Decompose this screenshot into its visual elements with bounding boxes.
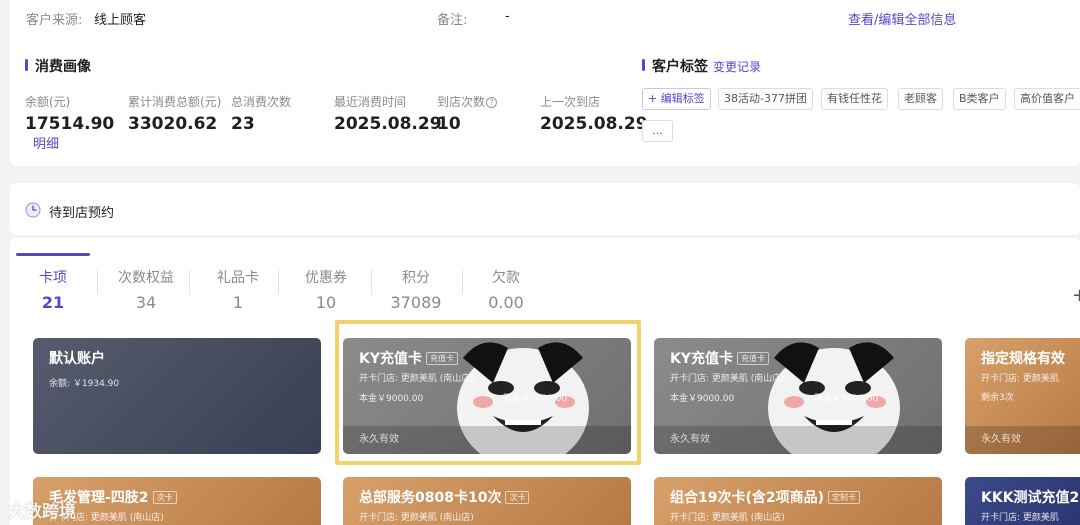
tab-divider — [278, 270, 279, 294]
card-name: KY充值卡 充值卡 — [359, 348, 458, 368]
card-validity: 永久有效 — [343, 426, 631, 454]
consumption-title: 消费画像 — [25, 56, 91, 76]
stat-label: 到店次数? — [437, 93, 498, 110]
tag-history-link[interactable]: 变更记录 — [713, 58, 761, 75]
view-all-info-link[interactable]: 查看/编辑全部信息 — [848, 9, 956, 28]
tag-chip: 有钱任性花 — [821, 88, 888, 110]
stat-label: 最近消费时间 — [334, 95, 407, 109]
stat-label: 上一次到店 — [540, 95, 601, 109]
card-type-badge: 充值卡 — [426, 352, 458, 365]
card-store: 开卡门店: 更颜美肌 (南山店) — [359, 513, 474, 523]
tab-label: 欠款 — [492, 270, 520, 286]
card-store: 开卡门店: 更颜美肌 (南山店) — [359, 374, 474, 384]
tag-chip: 高价值客户 — [1014, 88, 1080, 110]
card-kkk-test[interactable]: KKK测试充值2 开卡门店: 更颜美肌 — [965, 477, 1080, 525]
card-store: 开卡门店: 更颜美肌 (南山店) — [670, 374, 785, 384]
tab-coupons[interactable]: 优惠券 10 — [288, 267, 364, 312]
card-name: 指定规格有效 — [981, 351, 1065, 367]
stat-label: 累计消费总额(元) — [128, 95, 222, 109]
card-validity: 永久有效 — [654, 426, 942, 454]
total-spend-value: 33020.62 — [128, 114, 218, 134]
card-balance: 余额: ￥1934.90 — [49, 379, 120, 389]
visit-count-value: 10 — [437, 114, 461, 134]
watermark: 大数跨境 — [8, 502, 76, 522]
note-value: - — [505, 9, 510, 24]
card-ky-recharge[interactable]: KY充值卡 充值卡 开卡门店: 更颜美肌 (南山店) 本金￥9000.00 赠金￥… — [343, 338, 631, 454]
add-button[interactable]: + — [1072, 285, 1080, 306]
card-type-badge: 次卡 — [505, 491, 530, 504]
card-store: 开卡门店: 更颜美肌 — [981, 513, 1059, 523]
tab-label: 积分 — [402, 270, 430, 286]
tab-label: 次数权益 — [118, 270, 174, 286]
tab-cards[interactable]: 卡项 21 — [15, 267, 91, 312]
tab-gift-cards[interactable]: 礼品卡 1 — [200, 267, 276, 312]
help-icon[interactable]: ? — [486, 97, 498, 108]
tab-divider — [97, 270, 98, 294]
edit-tags-button[interactable]: + 编辑标签 — [642, 88, 711, 110]
card-store: 开卡门店: 更颜美肌 (南山店) — [670, 513, 785, 523]
visit-count-label: 到店次数 — [437, 95, 486, 109]
card-name: 总部服务0808卡10次 次卡 — [359, 487, 530, 507]
active-tab-indicator — [16, 253, 90, 256]
source-value: 线上顾客 — [94, 13, 147, 28]
tab-label: 优惠券 — [305, 270, 347, 286]
tab-count: 1 — [232, 293, 244, 312]
card-type-badge: 次卡 — [152, 491, 177, 504]
card-default-account[interactable]: 默认账户 余额: ￥1934.90 — [33, 338, 321, 454]
tags-title: 客户标签 — [642, 56, 708, 76]
card-store: 开卡门店: 更颜美肌 — [981, 374, 1059, 384]
tab-label: 卡项 — [39, 270, 67, 286]
card-name: KKK测试充值2 — [981, 490, 1080, 506]
note-label: 备注: — [437, 13, 468, 28]
card-remaining: 剩余3次 — [981, 393, 1014, 403]
card-specified-spec[interactable]: 指定规格有效 开卡门店: 更颜美肌 剩余3次 永久有效 — [965, 338, 1080, 454]
card-type-badge: 充值卡 — [737, 352, 769, 365]
card-title: 组合19次卡(含2项商品) — [670, 490, 825, 506]
card-hair-management[interactable]: 毛发管理-四肢2 次卡 开卡门店: 更颜美肌 (南山店) — [33, 477, 321, 525]
tab-points[interactable]: 积分 37089 — [378, 267, 454, 312]
appointment-title[interactable]: 待到店预约 — [49, 202, 114, 221]
tab-times-benefits[interactable]: 次数权益 34 — [108, 267, 184, 312]
appointment-panel — [10, 183, 1080, 235]
more-tags-button[interactable]: ... — [642, 120, 673, 142]
tab-count: 0.00 — [488, 293, 524, 312]
tag-chip: B类客户 — [953, 88, 1006, 110]
card-ky-recharge[interactable]: KY充值卡 充值卡 开卡门店: 更颜美肌 (南山店) 本金￥9000.00 赠金￥… — [654, 338, 942, 454]
card-hq-service[interactable]: 总部服务0808卡10次 次卡 开卡门店: 更颜美肌 (南山店) — [343, 477, 631, 525]
tag-chip: 老顾客 — [898, 88, 943, 110]
last-spend-value: 2025.08.29 — [334, 114, 442, 134]
card-name: KY充值卡 充值卡 — [670, 348, 769, 368]
stat-label: 总消费次数 — [231, 95, 292, 109]
card-title: KY充值卡 — [359, 351, 422, 367]
card-gift: 赠金￥5000.00 — [814, 394, 879, 404]
tab-divider — [189, 270, 190, 294]
card-validity: 永久有效 — [965, 426, 1080, 454]
spend-count-value: 23 — [231, 114, 255, 134]
card-name: 组合19次卡(含2项商品) 定制卡 — [670, 487, 861, 507]
tag-chip: 38活动-377拼团 — [718, 88, 813, 110]
tab-divider — [462, 270, 463, 294]
tab-label: 礼品卡 — [217, 270, 259, 286]
clock-icon — [25, 202, 41, 218]
tab-count: 37089 — [390, 293, 442, 312]
source-label: 客户来源: — [26, 13, 83, 28]
card-type-badge: 定制卡 — [828, 491, 861, 504]
tab-debts[interactable]: 欠款 0.00 — [468, 267, 544, 312]
card-gift: 赠金￥5000.00 — [503, 394, 568, 404]
tab-count: 34 — [135, 293, 157, 312]
last-visit-value: 2025.08.29 — [540, 114, 648, 134]
card-title: 总部服务0808卡10次 — [359, 490, 502, 506]
balance-detail-link[interactable]: 明细 — [33, 133, 59, 152]
stat-label: 余额(元) — [25, 95, 71, 109]
card-principal: 本金￥9000.00 — [359, 394, 424, 404]
card-title: KY充值卡 — [670, 351, 733, 367]
balance-value: 17514.90 — [25, 114, 115, 134]
card-principal: 本金￥9000.00 — [670, 394, 735, 404]
tab-divider — [371, 270, 372, 294]
tab-count: 10 — [315, 293, 337, 312]
tab-count: 21 — [41, 293, 65, 312]
card-combo-19[interactable]: 组合19次卡(含2项商品) 定制卡 开卡门店: 更颜美肌 (南山店) — [654, 477, 942, 525]
card-name: 默认账户 — [49, 351, 105, 367]
